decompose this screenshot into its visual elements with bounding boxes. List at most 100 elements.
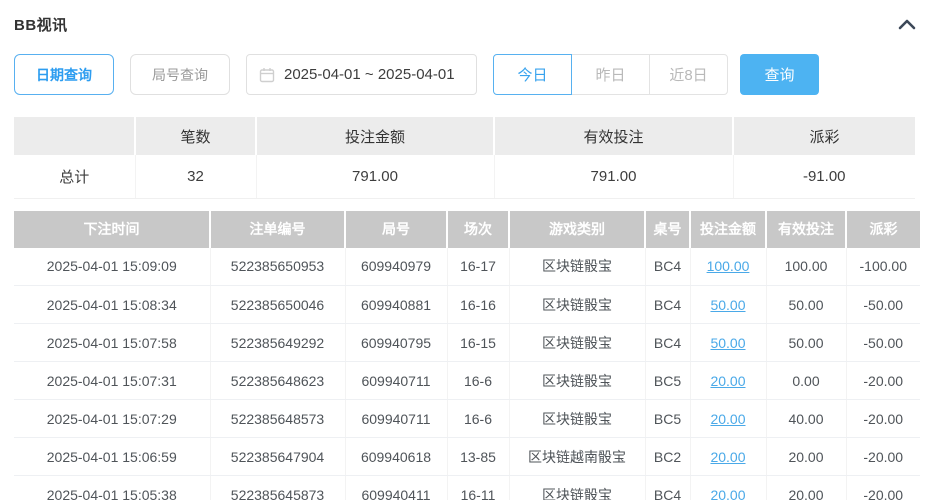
date-query-tab[interactable]: 日期查询 xyxy=(14,54,114,95)
cell-bet-time: 2025-04-01 15:08:34 xyxy=(14,285,211,324)
cell-bet-amount: 20.00 xyxy=(690,437,767,476)
calendar-icon xyxy=(259,67,275,83)
column-header-game-type: 游戏类别 xyxy=(509,210,646,248)
cell-game-type: 区块链骰宝 xyxy=(509,247,646,286)
column-header-round-number: 局号 xyxy=(345,210,448,248)
cell-round-number: 609940711 xyxy=(345,399,448,438)
cell-session: 13-85 xyxy=(447,437,510,476)
table-row: 2025-04-01 15:07:31 522385648623 609940711… xyxy=(14,361,920,400)
cell-table-number: BC5 xyxy=(645,399,691,438)
round-query-tab[interactable]: 局号查询 xyxy=(130,54,230,95)
cell-payout: -20.00 xyxy=(846,475,920,500)
cell-bet-time: 2025-04-01 15:09:09 xyxy=(14,247,211,286)
table-row: 2025-04-01 15:05:38 522385645873 609940411… xyxy=(14,475,920,500)
cell-game-type: 区块链骰宝 xyxy=(509,399,646,438)
summary-header-valid-bet: 有效投注 xyxy=(494,117,734,155)
summary-total-valid-bet: 791.00 xyxy=(494,155,734,199)
column-header-valid-bet: 有效投注 xyxy=(766,210,847,248)
cell-bet-number: 522385645873 xyxy=(210,475,346,500)
summary-total-count: 32 xyxy=(135,155,257,199)
cell-table-number: BC4 xyxy=(645,475,691,500)
quick-range-group: 今日 昨日 近8日 xyxy=(493,54,728,95)
cell-game-type: 区块链骰宝 xyxy=(509,361,646,400)
cell-session: 16-11 xyxy=(447,475,510,500)
column-header-bet-amount: 投注金额 xyxy=(690,210,767,248)
summary-total-label: 总计 xyxy=(14,155,136,199)
cell-session: 16-15 xyxy=(447,323,510,362)
summary-total-bet-amount: 791.00 xyxy=(256,155,495,199)
date-range-picker[interactable]: 2025-04-01 ~ 2025-04-01 xyxy=(246,54,477,95)
column-header-bet-number: 注单编号 xyxy=(210,210,346,248)
cell-valid-bet: 40.00 xyxy=(766,399,847,438)
cell-round-number: 609940711 xyxy=(345,361,448,400)
chevron-up-icon xyxy=(897,17,917,31)
summary-header-count: 笔数 xyxy=(135,117,257,155)
column-header-table-number: 桌号 xyxy=(645,210,691,248)
cell-bet-amount: 20.00 xyxy=(690,361,767,400)
summary-total-row: 总计 32 791.00 791.00 -91.00 xyxy=(14,155,915,199)
cell-bet-amount: 50.00 xyxy=(690,323,767,362)
cell-valid-bet: 50.00 xyxy=(766,285,847,324)
cell-bet-time: 2025-04-01 15:07:29 xyxy=(14,399,211,438)
bet-amount-link[interactable]: 20.00 xyxy=(710,487,745,500)
cell-game-type: 区块链骰宝 xyxy=(509,323,646,362)
cell-round-number: 609940795 xyxy=(345,323,448,362)
cell-bet-time: 2025-04-01 15:07:31 xyxy=(14,361,211,400)
records-header-row: 下注时间 注单编号 局号 场次 游戏类别 桌号 投注金额 有效投注 派彩 xyxy=(14,210,920,248)
bet-amount-link[interactable]: 20.00 xyxy=(710,373,745,389)
cell-bet-time: 2025-04-01 15:06:59 xyxy=(14,437,211,476)
summary-table: 笔数 投注金额 有效投注 派彩 总计 32 791.00 791.00 -91.… xyxy=(14,117,915,199)
summary-total-payout: -91.00 xyxy=(733,155,915,199)
cell-table-number: BC4 xyxy=(645,247,691,286)
collapse-panel-button[interactable] xyxy=(894,13,920,35)
cell-bet-time: 2025-04-01 15:07:58 xyxy=(14,323,211,362)
cell-payout: -20.00 xyxy=(846,361,920,400)
bet-amount-link[interactable]: 50.00 xyxy=(710,297,745,313)
table-row: 2025-04-01 15:07:58 522385649292 609940795… xyxy=(14,323,920,362)
cell-bet-number: 522385648573 xyxy=(210,399,346,438)
cell-session: 16-6 xyxy=(447,361,510,400)
cell-valid-bet: 0.00 xyxy=(766,361,847,400)
bet-amount-link[interactable]: 50.00 xyxy=(710,335,745,351)
column-header-session: 场次 xyxy=(447,210,510,248)
cell-valid-bet: 100.00 xyxy=(766,247,847,286)
cell-bet-amount: 100.00 xyxy=(690,247,767,286)
cell-round-number: 609940618 xyxy=(345,437,448,476)
bet-amount-link[interactable]: 20.00 xyxy=(710,411,745,427)
cell-bet-number: 522385648623 xyxy=(210,361,346,400)
cell-bet-number: 522385650953 xyxy=(210,247,346,286)
cell-bet-time: 2025-04-01 15:05:38 xyxy=(14,475,211,500)
table-row: 2025-04-01 15:09:09 522385650953 609940979… xyxy=(14,247,920,286)
search-button[interactable]: 查询 xyxy=(740,54,819,95)
quick-range-today[interactable]: 今日 xyxy=(493,54,572,95)
column-header-payout: 派彩 xyxy=(846,210,920,248)
bet-amount-link[interactable]: 100.00 xyxy=(707,258,750,274)
panel-header: BB视讯 xyxy=(14,12,920,36)
report-panel: BB视讯 日期查询 局号查询 2025-04-01 ~ 2025-04-01 今… xyxy=(0,0,947,500)
page-title: BB视讯 xyxy=(14,16,68,34)
cell-payout: -20.00 xyxy=(846,399,920,438)
filter-bar: 日期查询 局号查询 2025-04-01 ~ 2025-04-01 今日 昨日 … xyxy=(14,54,933,95)
cell-bet-number: 522385647904 xyxy=(210,437,346,476)
cell-session: 16-6 xyxy=(447,399,510,438)
cell-valid-bet: 20.00 xyxy=(766,475,847,500)
summary-header-payout: 派彩 xyxy=(733,117,915,155)
bet-amount-link[interactable]: 20.00 xyxy=(710,449,745,465)
table-row: 2025-04-01 15:06:59 522385647904 609940618… xyxy=(14,437,920,476)
cell-table-number: BC4 xyxy=(645,285,691,324)
cell-round-number: 609940881 xyxy=(345,285,448,324)
cell-game-type: 区块链骰宝 xyxy=(509,285,646,324)
quick-range-yesterday[interactable]: 昨日 xyxy=(571,54,650,95)
table-row: 2025-04-01 15:08:34 522385650046 609940881… xyxy=(14,285,920,324)
cell-table-number: BC5 xyxy=(645,361,691,400)
quick-range-last8days[interactable]: 近8日 xyxy=(649,54,728,95)
summary-header-row: 笔数 投注金额 有效投注 派彩 xyxy=(14,117,915,155)
cell-bet-number: 522385649292 xyxy=(210,323,346,362)
table-row: 2025-04-01 15:07:29 522385648573 609940711… xyxy=(14,399,920,438)
cell-round-number: 609940979 xyxy=(345,247,448,286)
cell-bet-number: 522385650046 xyxy=(210,285,346,324)
summary-header-bet-amount: 投注金额 xyxy=(256,117,495,155)
records-table: 下注时间 注单编号 局号 场次 游戏类别 桌号 投注金额 有效投注 派彩 2025-04-01 … xyxy=(14,210,920,500)
cell-session: 16-17 xyxy=(447,247,510,286)
cell-payout: -20.00 xyxy=(846,437,920,476)
